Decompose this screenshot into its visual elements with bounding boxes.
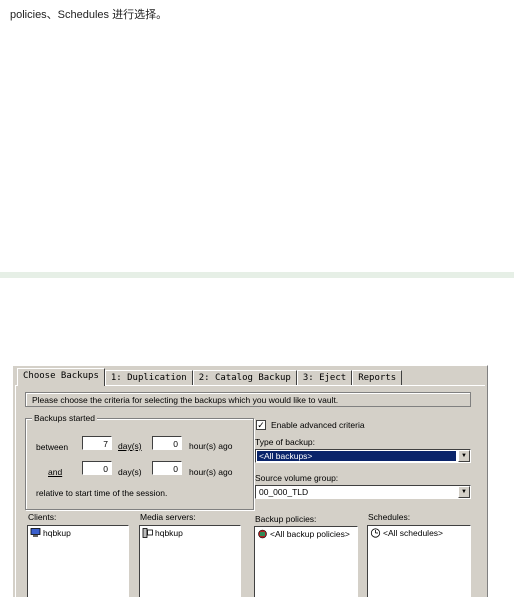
schedules-label: Schedules: xyxy=(368,512,411,522)
source-volume-group-dropdown[interactable]: 00_000_TLD ▼ xyxy=(255,485,471,499)
media-servers-list[interactable]: hqbkup xyxy=(139,525,241,597)
media-servers-label: Media servers: xyxy=(140,512,196,522)
client-name: hqbkup xyxy=(43,528,71,538)
schedules-list[interactable]: <All schedules> xyxy=(367,525,471,597)
vault-dialog: Choose Backups 1: Duplication 2: Catalog… xyxy=(12,365,488,597)
type-of-backup-dropdown[interactable]: <All backups> ▼ xyxy=(255,449,471,463)
backups-started-legend: Backups started xyxy=(32,412,97,424)
enable-advanced-label: Enable advanced criteria xyxy=(271,420,365,430)
schedule-icon xyxy=(370,528,381,538)
schedule-name: <All schedules> xyxy=(383,528,444,538)
between-days-input[interactable]: 7 xyxy=(82,436,112,450)
between-hours-input[interactable]: 0 xyxy=(152,436,182,450)
and-days-unit: day(s) xyxy=(118,467,142,477)
list-item[interactable]: <All backup policies> xyxy=(255,527,357,541)
tab-choose-backups[interactable]: Choose Backups xyxy=(17,368,105,386)
tab-duplication[interactable]: 1: Duplication xyxy=(104,370,193,386)
source-volume-group-label: Source volume group: xyxy=(255,473,339,483)
clients-label: Clients: xyxy=(28,512,57,522)
between-days-unit: day(s) xyxy=(118,441,142,451)
section-divider xyxy=(0,272,514,278)
chevron-down-icon[interactable]: ▼ xyxy=(458,486,470,498)
between-hours-unit: hour(s) ago xyxy=(189,441,233,451)
relative-note: relative to start time of the session. xyxy=(36,488,168,498)
policy-name: <All backup policies> xyxy=(270,529,350,539)
tab-eject[interactable]: 3: Eject xyxy=(296,370,353,386)
backup-policies-list[interactable]: <All backup policies> xyxy=(254,526,358,597)
enable-advanced-checkbox[interactable]: ✓ xyxy=(256,420,266,430)
clients-list[interactable]: hqbkup xyxy=(27,525,129,597)
tab-reports[interactable]: Reports xyxy=(352,370,403,386)
backups-started-group: Backups started between 7 day(s) 0 hour(… xyxy=(25,412,254,510)
and-hours-unit: hour(s) ago xyxy=(189,467,233,477)
policy-icon xyxy=(258,529,267,539)
choose-backups-panel: Please choose the criteria for selecting… xyxy=(15,385,485,597)
computer-icon xyxy=(30,528,41,537)
instruction-message: Please choose the criteria for selecting… xyxy=(25,392,471,407)
document-text: policies、Schedules 进行选择。 xyxy=(10,9,168,21)
type-of-backup-label: Type of backup: xyxy=(255,437,316,447)
server-icon xyxy=(142,528,153,538)
media-server-name: hqbkup xyxy=(155,528,183,538)
list-item[interactable]: hqbkup xyxy=(28,526,128,540)
and-days-input[interactable]: 0 xyxy=(82,461,112,475)
and-hours-input[interactable]: 0 xyxy=(152,461,182,475)
chevron-down-icon[interactable]: ▼ xyxy=(458,450,470,462)
backup-policies-label: Backup policies: xyxy=(255,514,317,524)
source-volume-group-value: 00_000_TLD xyxy=(259,487,309,497)
and-label: and xyxy=(48,467,63,477)
list-item[interactable]: hqbkup xyxy=(140,526,240,540)
between-label: between xyxy=(36,442,69,452)
type-of-backup-value: <All backups> xyxy=(257,451,456,461)
tab-catalog-backup[interactable]: 2: Catalog Backup xyxy=(192,370,297,386)
list-item[interactable]: <All schedules> xyxy=(368,526,470,540)
